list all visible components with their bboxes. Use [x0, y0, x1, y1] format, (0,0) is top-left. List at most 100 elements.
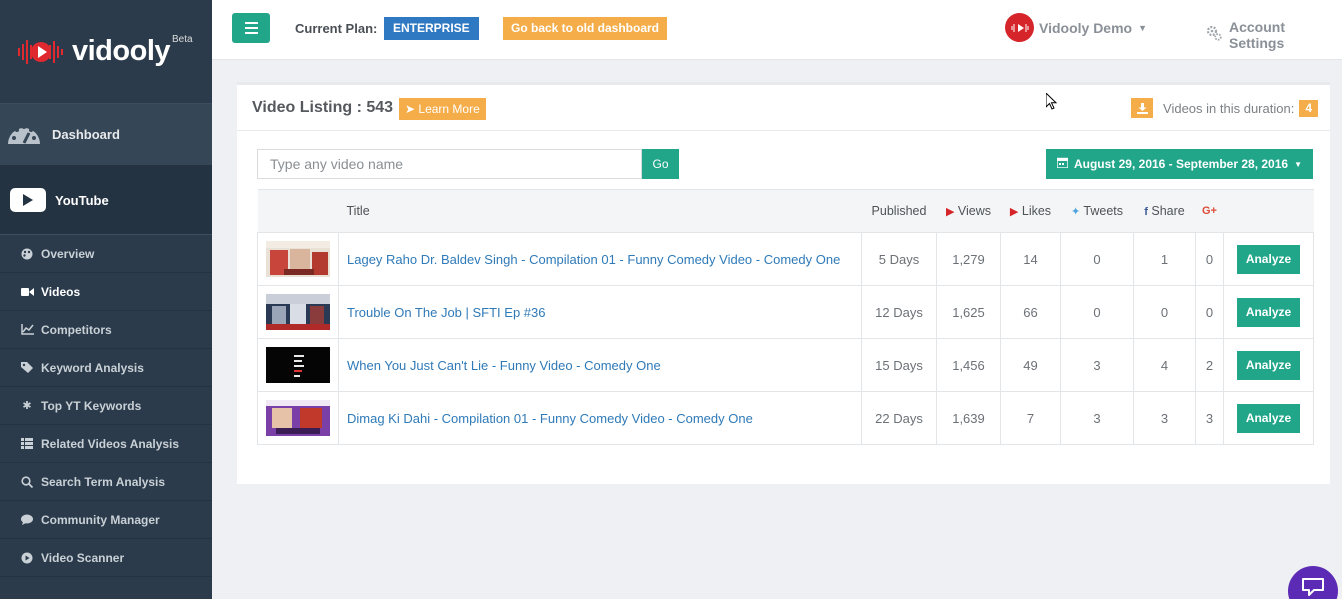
- share-cell: 4: [1133, 338, 1196, 392]
- table-row: Dimag Ki Dahi - Compilation 01 - Funny C…: [257, 391, 1314, 445]
- table-row: Trouble On The Job | SFTI Ep #36 12 Days…: [257, 285, 1314, 339]
- date-range-label: August 29, 2016 - September 28, 2016: [1073, 157, 1289, 171]
- analyze-button[interactable]: Analyze: [1236, 403, 1301, 433]
- tweets-header-label: Tweets: [1083, 204, 1124, 218]
- likes-cell: 66: [1000, 285, 1061, 339]
- asterisk-icon: ✱: [22, 400, 32, 412]
- search-input[interactable]: [257, 149, 642, 179]
- video-table: Title Published ▶ Views ▶ Likes ✦ Tweets…: [257, 189, 1314, 445]
- learn-more-button[interactable]: ➤ Learn More: [399, 98, 486, 120]
- share-header[interactable]: f Share: [1133, 189, 1196, 233]
- action-cell: Analyze: [1223, 232, 1314, 286]
- sidebar: vidooly Beta Dashboard YouTube Overview: [0, 0, 212, 599]
- old-dashboard-button[interactable]: Go back to old dashboard: [503, 17, 668, 40]
- thumbnail-cell: [257, 338, 339, 392]
- logo-text: vidooly: [72, 35, 171, 67]
- action-cell: Analyze: [1223, 391, 1314, 445]
- line-chart-icon: [20, 324, 34, 335]
- learn-more-label: Learn More: [418, 102, 480, 116]
- likes-cell: 14: [1000, 232, 1061, 286]
- topbar: Current Plan: ENTERPRISE Go back to old …: [212, 0, 1342, 60]
- tags-icon: [20, 361, 34, 374]
- search-icon: [20, 475, 34, 488]
- sidebar-item-label: Top YT Keywords: [41, 398, 142, 413]
- tweets-cell: 3: [1060, 391, 1134, 445]
- sidebar-item-video-scanner[interactable]: Video Scanner: [0, 539, 212, 577]
- facebook-icon: f: [1144, 206, 1148, 218]
- sidebar-item-dashboard[interactable]: Dashboard: [0, 103, 212, 165]
- logo[interactable]: vidooly Beta: [0, 0, 212, 103]
- video-camera-icon: [20, 287, 34, 297]
- sidebar-item-overview[interactable]: Overview: [0, 235, 212, 273]
- published-cell: 12 Days: [861, 285, 937, 339]
- analyze-button[interactable]: Analyze: [1236, 244, 1301, 274]
- thumbnail-cell: [257, 232, 339, 286]
- published-header[interactable]: Published: [861, 189, 937, 233]
- sidebar-item-label: YouTube: [55, 192, 109, 208]
- youtube-icon: ▶: [945, 206, 955, 218]
- hamburger-icon-line: [244, 27, 258, 29]
- comment-icon: [20, 514, 34, 525]
- tweets-header[interactable]: ✦ Tweets: [1060, 189, 1134, 233]
- sidebar-item-top-yt-keywords[interactable]: ✱ Top YT Keywords: [0, 387, 212, 425]
- chat-widget-button[interactable]: [1288, 566, 1338, 599]
- gplus-cell: 3: [1195, 391, 1224, 445]
- analyze-button[interactable]: Analyze: [1236, 350, 1301, 380]
- video-thumbnail[interactable]: [266, 400, 330, 436]
- table-row: When You Just Can't Lie - Funny Video - …: [257, 338, 1314, 392]
- video-thumbnail[interactable]: [266, 347, 330, 383]
- views-header[interactable]: ▶ Views: [936, 189, 1001, 233]
- user-menu[interactable]: Vidooly Demo ▼: [1005, 13, 1147, 42]
- gplus-cell: 2: [1195, 338, 1224, 392]
- google-plus-header[interactable]: G+: [1195, 189, 1224, 233]
- gplus-cell: 0: [1195, 285, 1224, 339]
- tweets-cell: 0: [1060, 232, 1134, 286]
- gears-icon: [1206, 25, 1222, 45]
- video-title-link[interactable]: Trouble On The Job | SFTI Ep #36: [338, 285, 862, 339]
- sidebar-item-videos[interactable]: Videos: [0, 273, 212, 311]
- mouse-cursor-icon: [1045, 91, 1058, 116]
- paper-plane-icon: ➤: [405, 102, 416, 116]
- tweets-cell: 0: [1060, 285, 1134, 339]
- video-listing-panel: Video Listing : 543 ➤ Learn More Videos …: [237, 82, 1330, 484]
- menu-toggle-button[interactable]: [232, 13, 270, 43]
- user-name: Vidooly Demo: [1039, 19, 1133, 36]
- video-thumbnail[interactable]: [266, 241, 330, 277]
- sidebar-item-search-term[interactable]: Search Term Analysis: [0, 463, 212, 501]
- share-cell: 3: [1133, 391, 1196, 445]
- account-settings-label: Account Settings: [1229, 19, 1285, 51]
- video-title-link[interactable]: Lagey Raho Dr. Baldev Singh - Compilatio…: [338, 232, 862, 286]
- video-title-link[interactable]: Dimag Ki Dahi - Compilation 01 - Funny C…: [338, 391, 862, 445]
- views-header-label: Views: [957, 204, 992, 218]
- avatar: [1005, 13, 1034, 42]
- share-cell: 0: [1133, 285, 1196, 339]
- chat-icon: [1300, 577, 1326, 599]
- go-button[interactable]: Go: [642, 149, 679, 179]
- views-cell: 1,639: [936, 391, 1001, 445]
- chevron-down-icon: ▼: [1138, 22, 1148, 33]
- video-title-link[interactable]: When You Just Can't Lie - Funny Video - …: [338, 338, 862, 392]
- likes-cell: 49: [1000, 338, 1061, 392]
- plan-label: Current Plan:: [295, 21, 378, 36]
- sidebar-item-label: Dashboard: [52, 127, 120, 142]
- analyze-button[interactable]: Analyze: [1236, 297, 1301, 327]
- action-header: [1223, 189, 1314, 233]
- youtube-icon: ▶: [1009, 206, 1019, 218]
- account-settings-link[interactable]: Account Settings: [1206, 19, 1342, 51]
- likes-header[interactable]: ▶ Likes: [1000, 189, 1061, 233]
- published-cell: 22 Days: [861, 391, 937, 445]
- sidebar-item-community-manager[interactable]: Community Manager: [0, 501, 212, 539]
- published-cell: 15 Days: [861, 338, 937, 392]
- sidebar-item-related-videos[interactable]: Related Videos Analysis: [0, 425, 212, 463]
- date-range-picker[interactable]: August 29, 2016 - September 28, 2016 ▼: [1045, 149, 1313, 179]
- hamburger-icon: [244, 22, 258, 24]
- download-icon[interactable]: [1131, 98, 1154, 118]
- video-thumbnail[interactable]: [266, 294, 330, 330]
- sidebar-item-competitors[interactable]: Competitors: [0, 311, 212, 349]
- sidebar-item-youtube[interactable]: YouTube: [0, 165, 212, 235]
- calendar-icon: [1056, 157, 1069, 171]
- thumbnail-cell: [257, 391, 339, 445]
- sidebar-item-keyword-analysis[interactable]: Keyword Analysis: [0, 349, 212, 387]
- beta-badge: Beta: [172, 34, 193, 45]
- title-header[interactable]: Title: [338, 189, 862, 233]
